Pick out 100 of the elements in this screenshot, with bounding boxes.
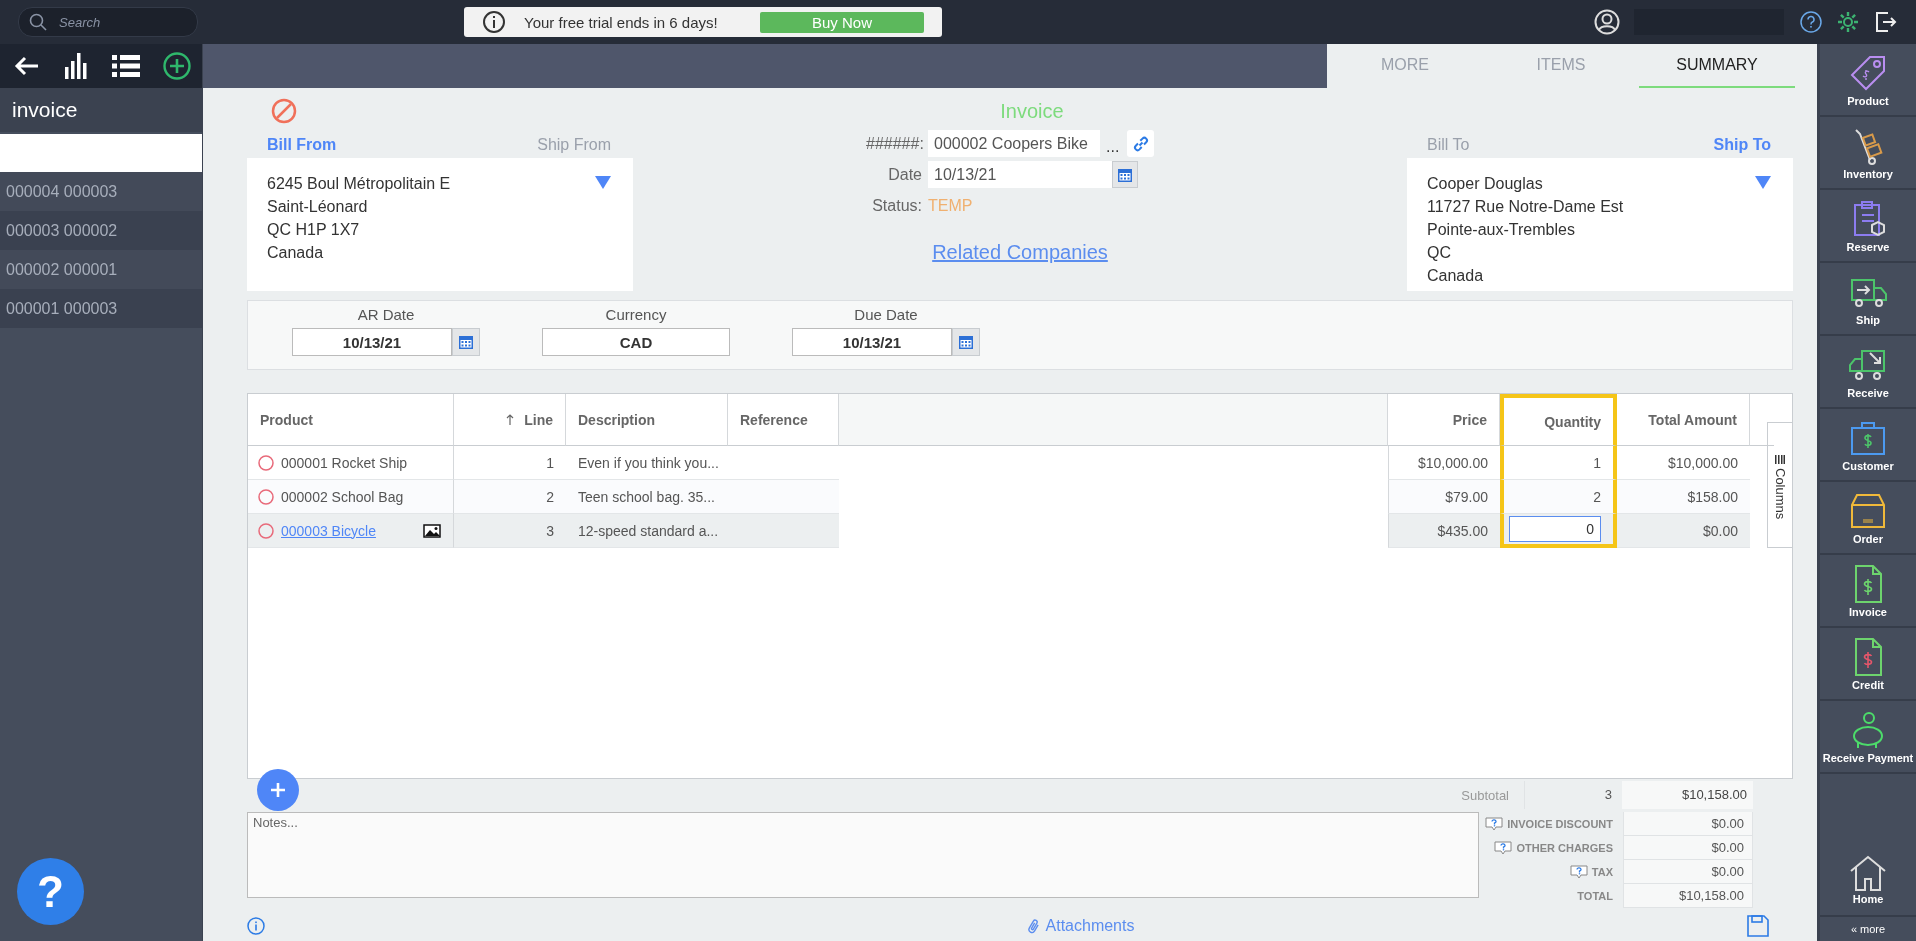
subtotal-amount: $10,158.00 [1622,781,1753,810]
address-line: 6245 Boul Métropolitain E [267,174,451,194]
tab[interactable]: SUMMARY [1639,44,1795,88]
nav-item[interactable]: Receive Payment [1820,701,1916,774]
list-icon[interactable] [111,54,140,78]
home-button[interactable]: Home [1820,844,1916,917]
table-cell: $10,000.00 [1388,446,1500,480]
columns-tab[interactable]: Columns [1767,422,1792,548]
field-label: Due Date [854,306,918,323]
add-icon[interactable] [162,52,191,80]
dropdown-triangle-icon[interactable] [595,176,611,189]
void-icon[interactable] [271,98,297,124]
status-circle-icon [258,454,274,471]
help-bubble-icon[interactable] [1569,864,1588,879]
nav-item[interactable]: Customer [1820,409,1916,482]
column-header[interactable]: Description [566,394,728,446]
input-field[interactable]: 10/13/21 [792,328,952,356]
nav-item[interactable]: Inventory [1820,117,1916,190]
field-label: Status: [871,196,922,215]
columns-icon [1775,455,1785,464]
notes-field[interactable]: Notes... [247,811,1480,898]
add-line-button[interactable] [257,769,299,811]
table-cell[interactable]: 000001 Rocket Ship [248,446,454,480]
help-icon[interactable] [1800,11,1822,33]
save-icon[interactable] [1747,915,1769,938]
invoice-number-field[interactable]: 000002 Coopers Bike [928,130,1100,157]
user-icon[interactable] [1594,9,1620,35]
charge-value: $0.00 [1623,811,1753,836]
search-input[interactable]: Search [57,13,171,31]
charge-label: OTHER CHARGES [1516,841,1613,854]
table-cell: $79.00 [1388,480,1500,514]
logout-icon[interactable] [1874,10,1898,34]
help-bubble-icon[interactable] [1485,816,1504,831]
document-title: Invoice [1000,100,1064,123]
quantity-value: 2 [1593,488,1601,505]
quantity-value: 1 [1593,454,1601,471]
settings-icon[interactable] [1836,10,1860,34]
info-icon[interactable] [247,917,265,936]
search-field[interactable]: Search [18,7,198,37]
charge-value: $0.00 [1623,859,1753,884]
address-line: Canada [1427,266,1485,286]
info-icon [482,10,506,34]
field-label: Date [887,165,922,184]
filter-field[interactable] [0,134,202,172]
date-field[interactable]: 10/13/21 [928,161,1112,188]
charge-value: $0.00 [1623,835,1753,860]
nav-item[interactable]: Credit [1820,628,1916,701]
bar-chart-icon[interactable] [62,53,89,79]
table-cell: 3 [454,514,566,548]
status-circle-icon [258,488,274,505]
calendar-icon [959,335,973,349]
address-line: Canada [267,243,325,263]
charge-value: $10,158.00 [1623,883,1753,908]
table-cell: $0.00 [1617,514,1750,548]
panel-title: invoice [0,88,202,132]
list-item[interactable]: 000001 000003 [0,289,202,328]
column-header[interactable]: Product [248,394,454,446]
back-arrow-icon[interactable] [13,55,40,77]
product-name: 000002 School Bag [281,488,404,505]
calendar-button[interactable] [452,328,480,356]
column-header[interactable]: Price [1388,394,1500,446]
list-item[interactable]: 000003 000002 [0,211,202,250]
paperclip-icon [1027,918,1040,935]
calendar-button[interactable] [952,328,980,356]
input-field[interactable]: CAD [542,328,730,356]
search-icon [29,13,47,31]
table-cell: $435.00 [1388,514,1500,548]
image-icon[interactable] [423,523,441,538]
address-line: Pointe-aux-Trembles [1427,220,1576,240]
column-header[interactable]: Line [454,394,566,446]
subtotal-label: Subtotal [1460,787,1509,803]
column-header[interactable]: Quantity [1500,394,1617,446]
nav-item[interactable]: Reserve [1820,190,1916,263]
field-label: ######: [866,134,922,153]
address-line: Cooper Douglas [1427,174,1544,194]
more-button[interactable]: ... [1106,137,1120,156]
link-button[interactable] [1127,130,1155,157]
nav-item[interactable]: Invoice [1820,555,1916,628]
nav-item[interactable]: Order [1820,482,1916,555]
calendar-icon [1118,167,1132,182]
table-cell: $158.00 [1617,480,1750,514]
field-label: Currency [605,306,667,323]
table-cell[interactable]: 000002 School Bag [248,480,454,514]
address-line: QC H1P 1X7 [267,220,361,240]
input-field[interactable]: 10/13/21 [292,328,452,356]
nav-item[interactable]: Product [1820,44,1916,117]
column-header[interactable]: Reference [728,394,839,446]
nav-item[interactable]: Ship [1820,263,1916,336]
house-icon [1848,854,1888,891]
status-circle-icon [258,522,274,539]
dropdown-triangle-icon[interactable] [1755,176,1771,189]
address-line: Saint-Léonard [267,197,369,217]
help-bubble-icon[interactable] [1494,840,1513,855]
calendar-button[interactable] [1112,161,1138,188]
quantity-input[interactable]: 0 [1509,516,1601,542]
trial-notice: Your free trial ends in 6 days! [524,13,718,31]
nav-item[interactable]: Receive [1820,336,1916,409]
column-header[interactable]: Total Amount [1617,394,1750,446]
more-link[interactable]: « more [1820,917,1916,941]
sort-arrow-icon [506,414,515,425]
